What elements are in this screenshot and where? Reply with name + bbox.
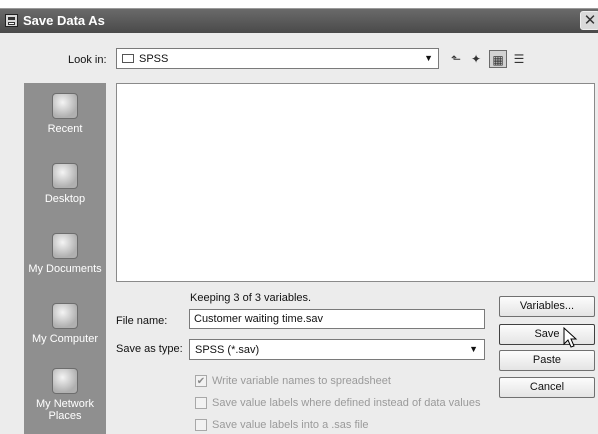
place-my-documents[interactable]: My Documents	[24, 233, 106, 275]
chevron-down-icon: ▼	[424, 53, 433, 63]
checkmark-icon: ✔	[195, 375, 207, 387]
close-button[interactable]: ✕	[580, 11, 598, 30]
recent-icon	[52, 93, 78, 119]
spss-data-icon	[5, 14, 18, 27]
place-desktop[interactable]: Desktop	[24, 163, 106, 205]
chevron-down-icon: ▼	[469, 344, 478, 354]
file-name-label: File name:	[116, 315, 168, 327]
folder-icon	[122, 54, 134, 63]
places-bar: Recent Desktop My Documents My Computer …	[24, 83, 106, 434]
place-label: My Documents	[28, 263, 102, 275]
details-view-icon[interactable]: ☰	[510, 50, 528, 68]
up-folder-icon[interactable]: ⬑	[447, 50, 465, 68]
save-as-type-dropdown[interactable]: SPSS (*.sav) ▼	[189, 339, 485, 360]
mouse-cursor-icon	[563, 327, 578, 348]
place-my-network[interactable]: My Network Places	[24, 368, 106, 422]
look-in-label: Look in:	[68, 54, 107, 66]
title-bar[interactable]: Save Data As	[0, 9, 598, 33]
save-as-type-value: SPSS (*.sav)	[195, 344, 260, 356]
look-in-value: SPSS	[139, 53, 169, 65]
documents-icon	[52, 233, 78, 259]
cancel-button[interactable]: Cancel	[499, 377, 595, 398]
save-button[interactable]: Save	[499, 324, 595, 345]
close-icon: ✕	[583, 12, 597, 29]
place-label: My Network Places	[35, 398, 95, 422]
window-title: Save Data As	[23, 13, 105, 28]
list-view-icon[interactable]: ▦	[489, 50, 507, 68]
file-name-input[interactable]	[189, 309, 485, 329]
computer-icon	[52, 303, 78, 329]
checkbox-label: Save value labels into a .sas file	[212, 419, 369, 431]
new-folder-icon[interactable]: ✦	[467, 50, 485, 68]
variables-button[interactable]: Variables...	[499, 296, 595, 317]
place-recent[interactable]: Recent	[24, 93, 106, 135]
keeping-variables-text: Keeping 3 of 3 variables.	[190, 292, 312, 304]
desktop-icon	[52, 163, 78, 189]
save-data-dialog: Save Data As ✕ Look in: SPSS ▼ ⬑ ✦ ▦ ☰ R…	[0, 8, 598, 434]
place-label: Recent	[47, 123, 83, 135]
checkbox-label: Write variable names to spreadsheet	[212, 375, 391, 387]
checkbox-label: Save value labels where defined instead …	[212, 397, 481, 409]
place-my-computer[interactable]: My Computer	[24, 303, 106, 345]
place-label: My Computer	[31, 333, 99, 345]
network-icon	[52, 368, 78, 394]
look-in-dropdown[interactable]: SPSS ▼	[116, 48, 439, 69]
file-list[interactable]	[116, 83, 595, 282]
place-label: Desktop	[44, 193, 86, 205]
paste-button[interactable]: Paste	[499, 350, 595, 371]
save-as-type-label: Save as type:	[116, 343, 183, 355]
